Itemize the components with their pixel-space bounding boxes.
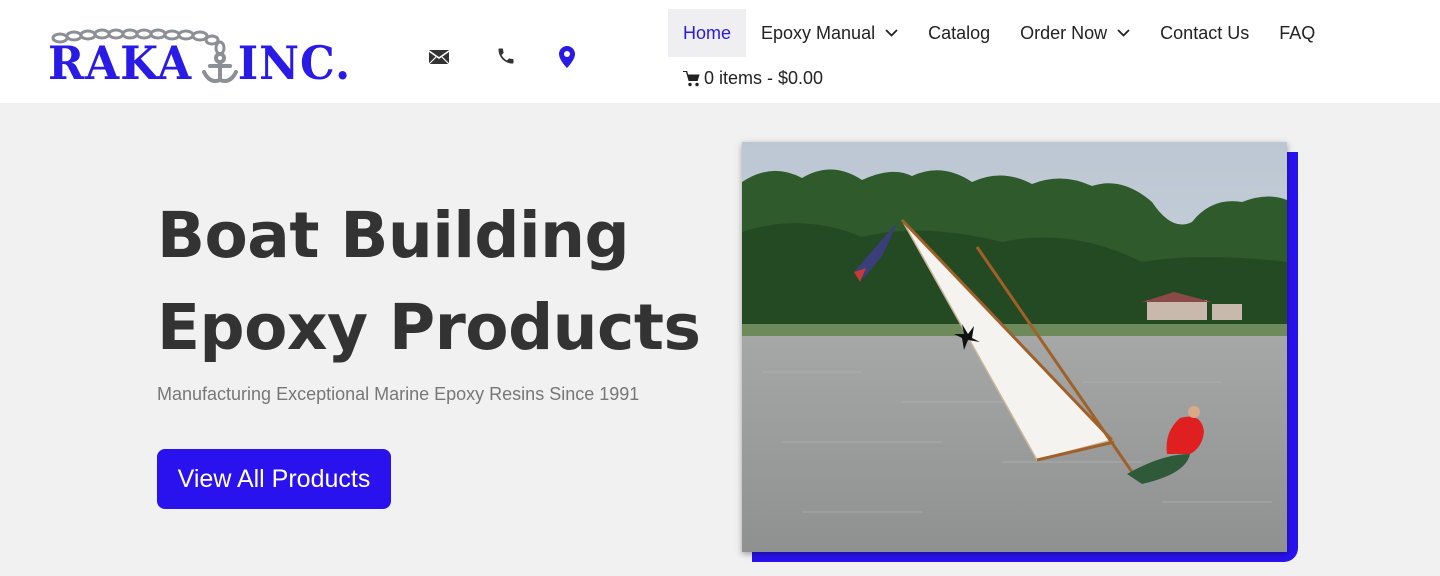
nav-item-faq[interactable]: FAQ	[1264, 9, 1330, 57]
nav-item-label: Catalog	[928, 22, 991, 43]
nav-item-epoxy-manual[interactable]: Epoxy Manual	[746, 9, 913, 57]
raka-logo[interactable]: RAKA INC.	[48, 28, 350, 86]
nav-item-label: Contact Us	[1160, 22, 1250, 43]
hero-subtitle: Manufacturing Exceptional Marine Epoxy R…	[157, 384, 640, 404]
brand-name-left: RAKA	[48, 36, 193, 90]
nav-item-catalog[interactable]: Catalog	[913, 9, 1005, 57]
nav-item-home[interactable]: Home	[668, 9, 747, 57]
nav-item-label: Home	[683, 22, 732, 43]
nav-item-label: FAQ	[1279, 22, 1316, 43]
phone-icon[interactable]	[493, 43, 519, 69]
nav-item-label: Epoxy Manual	[761, 22, 876, 43]
site-header: RAKA INC. Home Epoxy Manual Catalog Order…	[0, 0, 1440, 103]
chevron-down-icon	[1117, 29, 1130, 37]
hero-title-line2: Epoxy Products	[157, 291, 701, 364]
map-pin-icon[interactable]	[554, 44, 580, 70]
chevron-down-icon	[885, 29, 898, 37]
view-all-products-button[interactable]: View All Products	[157, 449, 391, 509]
nav-item-label: Order Now	[1020, 22, 1108, 43]
brand-name-right: INC.	[237, 36, 352, 90]
shopping-cart-icon	[683, 70, 700, 86]
nav-item-contact-us[interactable]: Contact Us	[1145, 9, 1264, 57]
hero-title-line1: Boat Building	[157, 199, 630, 272]
nav-item-order-now[interactable]: Order Now	[1005, 9, 1145, 57]
hero-sailboat-photo	[742, 142, 1287, 552]
envelope-icon[interactable]	[426, 44, 452, 70]
hero-title: Boat Building Epoxy Products	[157, 190, 701, 374]
main-navigation: Home Epoxy Manual Catalog Order Now Cont…	[668, 9, 1330, 57]
cart-summary: 0 items - $0.00	[704, 68, 824, 88]
cart-link[interactable]: 0 items - $0.00	[683, 68, 823, 89]
